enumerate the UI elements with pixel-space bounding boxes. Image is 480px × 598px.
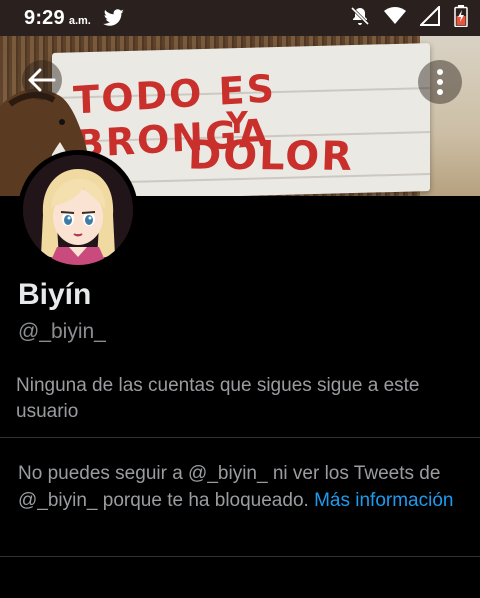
profile-handle: @_biyin_ — [18, 320, 106, 343]
status-bar: 9:29 a.m. — [0, 0, 480, 36]
avatar[interactable] — [18, 150, 138, 270]
bell-muted-icon — [350, 6, 370, 31]
wifi-icon — [384, 6, 406, 30]
twitter-bird-icon — [103, 9, 125, 27]
status-time: 9:29 — [24, 6, 65, 29]
battery-charging-icon — [454, 4, 468, 32]
divider — [0, 437, 480, 438]
divider — [0, 556, 480, 557]
profile-display-name: Biyín — [18, 278, 92, 311]
sign-text-line-3: DOLOR — [187, 132, 355, 180]
back-button[interactable] — [22, 60, 62, 100]
back-arrow-icon — [28, 68, 56, 92]
blocked-message: No puedes seguir a @_biyin_ ni ver los T… — [18, 460, 458, 514]
more-options-button[interactable] — [418, 60, 462, 104]
followers-you-know-note: Ninguna de las cuentas que sigues sigue … — [16, 375, 420, 422]
signal-icon — [418, 4, 440, 31]
avatar-image — [23, 155, 133, 265]
status-ampm: a.m. — [68, 15, 91, 27]
more-vertical-icon — [437, 69, 443, 95]
more-info-link[interactable]: Más información — [314, 490, 453, 511]
status-icons — [350, 4, 468, 32]
